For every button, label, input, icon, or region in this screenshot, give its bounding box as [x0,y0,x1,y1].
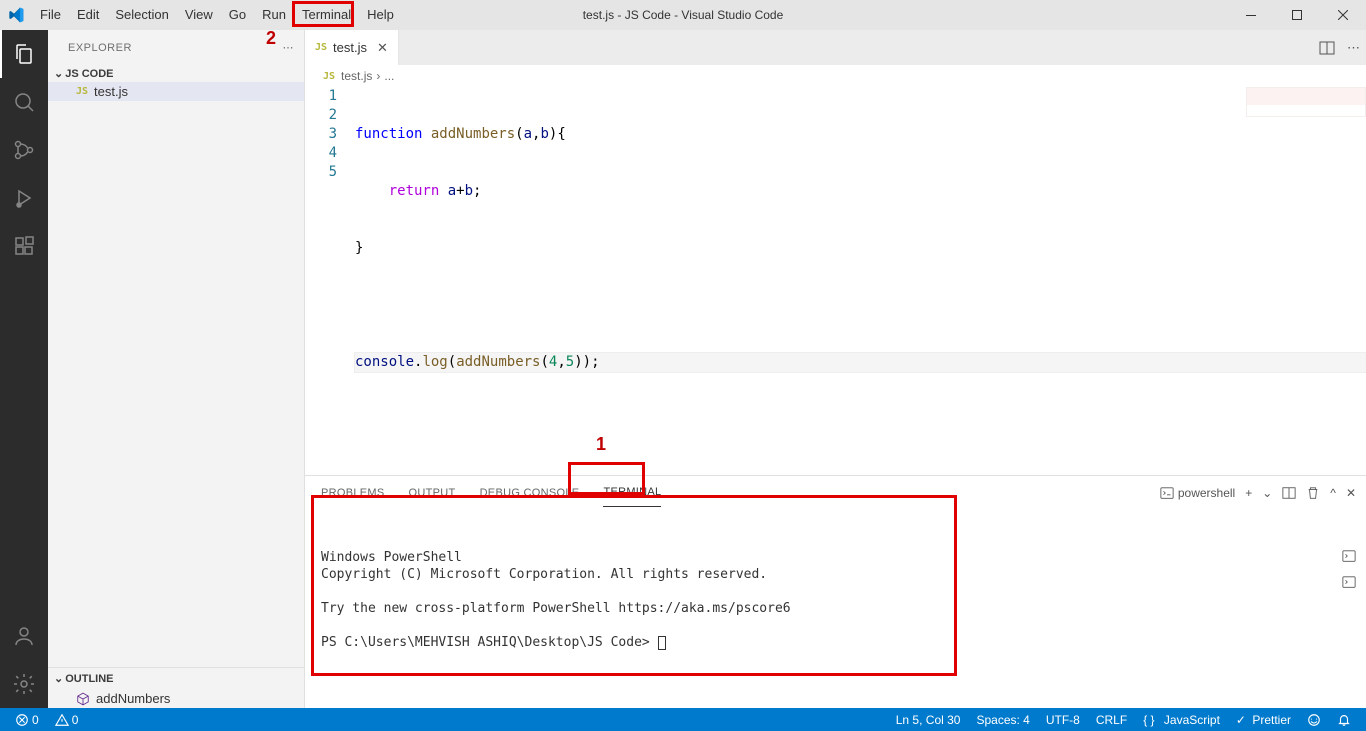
line-number: 2 [305,106,337,125]
terminal[interactable]: Windows PowerShell Copyright (C) Microso… [305,509,1366,708]
outline-item-label: addNumbers [96,691,170,706]
outline-header[interactable]: ⌄ OUTLINE [48,667,304,689]
close-button[interactable] [1320,0,1366,30]
js-file-icon: JS [315,42,327,53]
folder-name: JS CODE [65,68,113,80]
code-editor[interactable]: 1 2 3 4 5 function addNumbers(a,b){ retu… [305,87,1366,475]
maximize-panel-icon[interactable]: ^ [1330,486,1336,500]
outline-title: OUTLINE [65,673,113,685]
settings-gear-icon[interactable] [0,660,48,708]
title-bar: File Edit Selection View Go Run Terminal… [0,0,1366,30]
line-number: 3 [305,125,337,144]
activity-bar [0,30,48,708]
file-item-test-js[interactable]: JS test.js [48,82,304,101]
status-bell-icon[interactable] [1332,713,1356,727]
breadcrumb-rest: ... [384,69,394,83]
panel-tab-debug-console[interactable]: DEBUG CONSOLE [480,479,580,507]
more-actions-icon[interactable]: ⋯ [1347,40,1360,56]
explorer-icon[interactable] [0,30,48,78]
file-name: test.js [94,84,128,99]
menu-terminal[interactable]: Terminal [294,0,359,30]
status-indent[interactable]: Spaces: 4 [971,713,1034,727]
status-warnings[interactable]: 0 [50,713,84,727]
line-number: 4 [305,144,337,163]
menu-go[interactable]: Go [221,0,254,30]
js-file-icon: JS [76,86,88,97]
line-gutter: 1 2 3 4 5 [305,87,355,475]
source-control-icon[interactable] [0,126,48,174]
js-file-icon: JS [323,71,335,82]
tab-label: test.js [333,40,367,55]
terminal-cursor [658,636,666,650]
status-feedback-icon[interactable] [1302,713,1326,727]
breadcrumb-sep: › [376,69,380,83]
status-prettier[interactable]: ✓ Prettier [1231,713,1296,727]
minimap[interactable] [1246,87,1366,117]
terminal-instance-icon[interactable] [1342,575,1356,589]
close-tab-icon[interactable]: ✕ [377,40,388,56]
status-language[interactable]: { } JavaScript [1138,713,1225,727]
explorer-more-icon[interactable]: ⋯ [283,41,295,54]
editor-area: JS test.js ✕ ⋯ JS test.js › ... 1 2 3 4 … [305,30,1366,708]
status-errors[interactable]: 0 [10,713,44,727]
split-editor-icon[interactable] [1319,40,1335,56]
shell-name: powershell [1178,486,1235,500]
panel-tab-output[interactable]: OUTPUT [409,479,456,507]
chevron-down-icon: ⌄ [54,672,63,685]
editor-tabs: JS test.js ✕ ⋯ [305,30,1366,65]
shell-selector[interactable]: powershell [1160,486,1235,500]
menu-help[interactable]: Help [359,0,402,30]
vscode-logo-icon [8,7,24,23]
run-debug-icon[interactable] [0,174,48,222]
panel-tab-problems[interactable]: PROBLEMS [321,479,385,507]
code-body[interactable]: function addNumbers(a,b){ return a+b; } … [355,87,1366,475]
breadcrumb[interactable]: JS test.js › ... [305,65,1366,87]
bottom-panel: PROBLEMS OUTPUT DEBUG CONSOLE TERMINAL p… [305,475,1366,708]
new-terminal-icon[interactable]: + [1245,486,1252,500]
panel-tab-terminal[interactable]: TERMINAL [603,478,661,507]
menu-bar: File Edit Selection View Go Run Terminal… [32,0,402,30]
terminal-instance-icon[interactable] [1342,549,1356,563]
terminal-dropdown-icon[interactable]: ⌄ [1262,486,1272,500]
close-panel-icon[interactable]: ✕ [1346,486,1356,500]
folder-header[interactable]: ⌄ JS CODE [48,65,304,82]
account-icon[interactable] [0,612,48,660]
window-title: test.js - JS Code - Visual Studio Code [583,8,784,22]
breadcrumb-file: test.js [341,69,372,83]
line-number: 1 [305,87,337,106]
panel-tabs: PROBLEMS OUTPUT DEBUG CONSOLE TERMINAL p… [305,476,1366,509]
menu-run[interactable]: Run [254,0,294,30]
split-terminal-icon[interactable] [1282,486,1296,500]
menu-selection[interactable]: Selection [107,0,176,30]
window-controls [1228,0,1366,30]
menu-view[interactable]: View [177,0,221,30]
explorer-sidebar: EXPLORER ⋯ ⌄ JS CODE JS test.js ⌄ OUTLIN… [48,30,305,708]
search-icon[interactable] [0,78,48,126]
minimize-button[interactable] [1228,0,1274,30]
line-number: 5 [305,163,337,182]
explorer-title: EXPLORER [68,42,132,54]
status-encoding[interactable]: UTF-8 [1041,713,1085,727]
extensions-icon[interactable] [0,222,48,270]
outline-item-addnumbers[interactable]: addNumbers [48,689,304,708]
kill-terminal-icon[interactable] [1306,486,1320,500]
chevron-down-icon: ⌄ [54,67,63,80]
maximize-button[interactable] [1274,0,1320,30]
tab-test-js[interactable]: JS test.js ✕ [305,30,399,65]
method-icon [76,692,90,706]
explorer-header: EXPLORER ⋯ [48,30,304,65]
status-bar: 0 0 Ln 5, Col 30 Spaces: 4 UTF-8 CRLF { … [0,708,1366,731]
menu-file[interactable]: File [32,0,69,30]
status-cursor-pos[interactable]: Ln 5, Col 30 [891,713,966,727]
status-eol[interactable]: CRLF [1091,713,1132,727]
menu-edit[interactable]: Edit [69,0,107,30]
